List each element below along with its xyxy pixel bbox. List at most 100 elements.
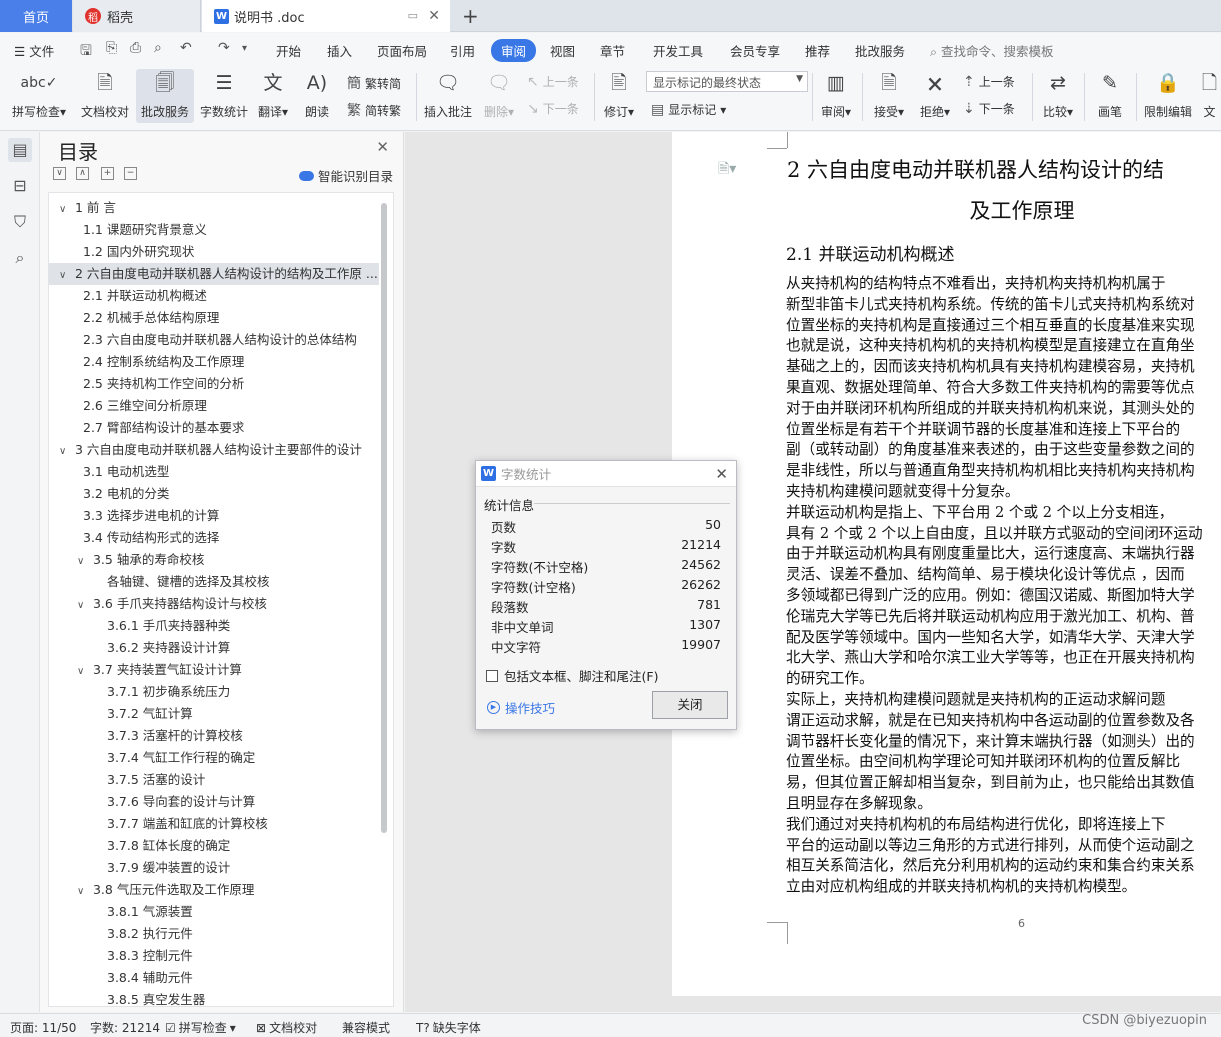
show-markup-button[interactable]: ▤ 显示标记 ▾ [651,101,726,118]
menu-file[interactable]: ☰ 文件 [14,41,54,60]
accept-button[interactable]: 🗎 接受▾ [868,69,910,123]
toc-item[interactable]: 3.7.7 端盖和缸底的计算校核 [49,813,379,835]
toc-item[interactable]: ∨ 3.7 夹持装置气缸设计计算 [49,659,379,681]
track-changes-button[interactable]: 🖹 修订▾ [598,69,640,123]
dialog-titlebar[interactable]: W 字数统计 ✕ [476,461,736,487]
tab-pin-icon[interactable]: ▭ [408,9,418,22]
include-textbox-checkbox[interactable]: 包括文本框、脚注和尾注(F) [486,666,658,685]
compare-button[interactable]: ⇄ 比较▾ [1036,69,1080,123]
chevron-down-icon[interactable]: ∨ [59,199,71,219]
remove-heading-icon[interactable]: − [124,167,137,180]
print-preview-icon[interactable]: ⌕ [154,40,162,56]
toc-item[interactable]: ∨ 3.8 气压元件选取及工作原理 [49,879,379,901]
toc-item[interactable]: 3.7.5 活塞的设计 [49,769,379,791]
toc-nav-icon[interactable]: ▤ [8,138,32,162]
doc-check-button[interactable]: 🗎 文档校对 [76,69,134,123]
doc-check-status[interactable]: ⊠ 文档校对 [256,1019,317,1036]
close-icon[interactable]: ✕ [376,138,389,156]
expand-up-icon[interactable]: ∧ [76,167,89,180]
next-change-button[interactable]: ⇣ 下一条 [963,100,1015,117]
menu-tab-member[interactable]: 会员专享 [730,41,780,60]
chevron-down-icon[interactable]: ∨ [59,265,71,285]
tips-link[interactable]: ▶ 操作技巧 [487,698,555,717]
page-indicator[interactable]: 页面: 11/50 [10,1019,76,1036]
quick-access-more-icon[interactable]: ▾ [242,43,247,54]
chevron-down-icon[interactable]: ∨ [59,441,71,461]
toc-item[interactable]: ∨ 3.5 轴承的寿命校核 [49,549,379,571]
menu-tab-start[interactable]: 开始 [276,41,301,60]
toc-item[interactable]: 3.7.1 初步确系统压力 [49,681,379,703]
next-comment-button[interactable]: ↘ 下一条 [527,100,579,117]
tab-close-icon[interactable]: ✕ [428,8,440,24]
menu-tab-review-service[interactable]: 批改服务 [855,41,905,60]
tab-home[interactable]: 首页 [0,0,72,32]
search-icon[interactable]: ⌕ [8,246,32,270]
toc-item[interactable]: 2.5 夹持机构工作空间的分析 [49,373,379,395]
toc-item[interactable]: 3.6.1 手爪夹持器种类 [49,615,379,637]
markup-state-select[interactable]: 显示标记的最终状态 ▼ [646,71,808,92]
toc-item[interactable]: 3.3 选择步进电机的计算 [49,505,379,527]
collapse-all-icon[interactable]: ∨ [53,167,66,180]
chevron-down-icon[interactable]: ∨ [77,595,89,615]
restrict-edit-button[interactable]: 🔒 限制编辑 [1139,69,1197,123]
export-icon[interactable]: ⎘ [106,40,117,56]
prev-change-button[interactable]: ⇡ 上一条 [963,73,1015,90]
read-aloud-button[interactable]: A) 朗读 [296,69,338,123]
undo-icon[interactable]: ↶ [180,40,192,56]
toc-item[interactable]: 3.4 传动结构形式的选择 [49,527,379,549]
toc-item[interactable]: 3.8.2 执行元件 [49,923,379,945]
insert-comment-button[interactable]: 🗨 插入批注 [421,69,475,123]
toc-item[interactable]: 2.1 并联运动机构概述 [49,285,379,307]
toc-item[interactable]: 1.1 课题研究背景意义 [49,219,379,241]
chapter-nav-icon[interactable]: ⊟ [8,174,32,198]
menu-tab-chapter[interactable]: 章节 [600,41,625,60]
toc-item[interactable]: 3.7.2 气缸计算 [49,703,379,725]
print-icon[interactable]: ⎙ [130,40,141,56]
doc-permission-button[interactable]: 🗋 文 [1198,69,1221,123]
word-count-indicator[interactable]: 字数: 21214 [90,1019,160,1036]
toc-item[interactable]: 2.3 六自由度电动并联机器人结构设计的总体结构 [49,329,379,351]
menu-tab-developer[interactable]: 开发工具 [653,41,703,60]
simplified-to-traditional-button[interactable]: 繁简转繁 [347,100,401,120]
save-icon[interactable]: 🖫 [80,40,92,64]
close-button[interactable]: 关闭 [652,691,728,719]
toc-item[interactable]: 3.8.4 辅助元件 [49,967,379,989]
reject-button[interactable]: 🗙 拒绝▾ [914,69,956,123]
toc-item[interactable]: 3.6.2 夹持器设计计算 [49,637,379,659]
prev-comment-button[interactable]: ↖ 上一条 [527,73,579,90]
pen-button[interactable]: ✎ 画笔 [1088,69,1132,123]
menu-tab-insert[interactable]: 插入 [327,41,352,60]
toc-item[interactable]: 1.2 国内外研究现状 [49,241,379,263]
spell-check-button[interactable]: abc✓ 拼写检查▾ [8,69,70,123]
missing-font-status[interactable]: T? 缺失字体 [416,1019,481,1036]
menu-tab-view[interactable]: 视图 [550,41,575,60]
toc-item[interactable]: 3.7.6 导向套的设计与计算 [49,791,379,813]
toc-item[interactable]: 2.2 机械手总体结构原理 [49,307,379,329]
toc-item[interactable]: 各轴键、键槽的选择及其校核 [49,571,379,593]
tab-daoke[interactable]: 稻 稻壳 [73,0,201,32]
add-heading-icon[interactable]: + [101,167,114,180]
toc-scrollbar[interactable] [381,203,387,833]
chevron-down-icon[interactable]: ∨ [77,661,89,681]
delete-comment-button[interactable]: 🗨 删除▾ [478,69,520,123]
chevron-down-icon[interactable]: ∨ [77,881,89,901]
page-options-icon[interactable]: 🗎▾ [718,158,736,182]
toc-item[interactable]: ∨ 3.6 手爪夹持器结构设计与校核 [49,593,379,615]
document-page[interactable]: 🗎▾ 2 六自由度电动并联机器人结构设计的结 及工作原理 2.1 并联运动机构概… [672,132,1221,996]
tab-document[interactable]: W 说明书 .doc ▭ ✕ [202,0,450,32]
review-service-button[interactable]: 🗐 批改服务 [136,69,194,123]
traditional-to-simplified-button[interactable]: 簡繁转简 [347,73,401,93]
menu-tab-references[interactable]: 引用 [450,41,475,60]
toc-item[interactable]: 3.7.4 气缸工作行程的确定 [49,747,379,769]
menu-tab-recommend[interactable]: 推荐 [805,41,830,60]
checkbox[interactable] [486,669,498,682]
toc-item[interactable]: ∨ 2 六自由度电动并联机器人结构设计的结构及工作原 ... [49,263,379,285]
toc-item[interactable]: 3.7.9 缓冲装置的设计 [49,857,379,879]
smart-toc-button[interactable]: 智能识别目录 [298,166,393,185]
toc-item[interactable]: 3.2 电机的分类 [49,483,379,505]
spell-check-status[interactable]: ☑ 拼写检查 ▾ [165,1019,236,1036]
new-tab-button[interactable]: + [462,4,479,28]
toc-item[interactable]: 3.8.5 真空发生器 [49,989,379,1006]
toc-item[interactable]: 2.4 控制系统结构及工作原理 [49,351,379,373]
chevron-down-icon[interactable]: ∨ [77,551,89,571]
